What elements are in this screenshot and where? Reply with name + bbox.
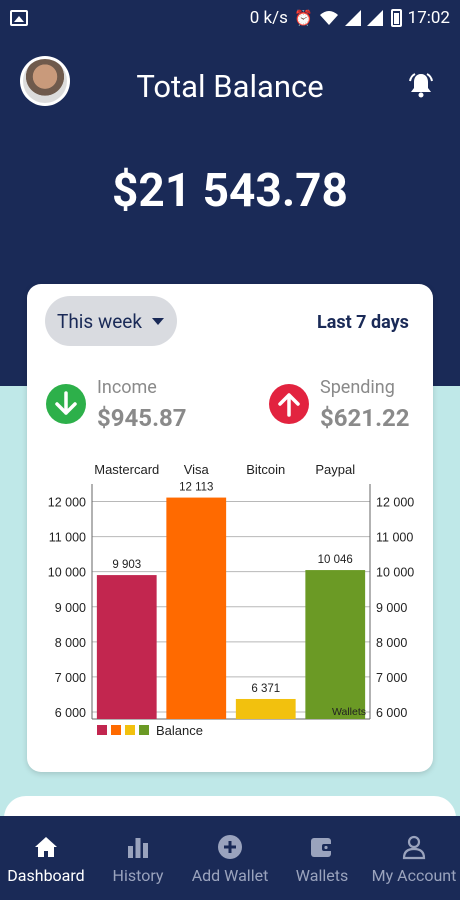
spending-label: Spending <box>320 377 395 398</box>
x-axis-label: Wallets <box>332 706 366 718</box>
y-tick-label-left: 10 000 <box>48 566 86 580</box>
y-tick-label-left: 12 000 <box>48 496 86 510</box>
bar-chart-icon <box>128 838 148 858</box>
home-icon <box>35 837 57 857</box>
bar-value-label: 9 903 <box>112 559 141 571</box>
nav-label: Dashboard <box>7 866 85 885</box>
wallet-icon <box>311 838 333 857</box>
y-tick-label-right: 8 000 <box>376 636 407 650</box>
page-title: Total Balance <box>136 68 324 105</box>
legend-swatch <box>139 725 149 735</box>
notification-bell-icon[interactable] <box>408 72 434 98</box>
range-label: Last 7 days <box>317 312 409 333</box>
nav-label: Wallets <box>295 866 349 885</box>
gallery-icon <box>10 10 28 26</box>
y-tick-label-right: 12 000 <box>376 496 414 510</box>
y-tick-label-right: 10 000 <box>376 566 414 580</box>
category-label: Paypal <box>315 462 355 477</box>
bar-value-label: 12 113 <box>179 482 213 494</box>
income-value: $945.87 <box>97 404 187 432</box>
nav-my-account[interactable]: My Account <box>368 816 460 900</box>
nav-label: My Account <box>371 866 457 885</box>
user-icon <box>402 835 426 860</box>
legend-label: Balance <box>156 723 203 738</box>
plus-circle-icon <box>218 835 242 859</box>
legend-swatch <box>125 725 135 735</box>
bar-value-label: 10 046 <box>318 554 353 566</box>
income-label: Income <box>97 377 157 398</box>
bar <box>166 497 227 719</box>
y-tick-label-left: 7 000 <box>55 671 86 685</box>
y-tick-label-left: 8 000 <box>55 636 86 650</box>
bar <box>235 698 296 719</box>
nav-label: Add Wallet <box>191 866 269 885</box>
wifi-icon <box>319 11 338 25</box>
clock-time: 17:02 <box>407 8 450 28</box>
signal-icon <box>344 10 383 26</box>
category-label: Bitcoin <box>246 462 285 477</box>
y-tick-label-left: 11 000 <box>49 531 86 545</box>
summary-card: This week Last 7 days Income $945.87 Spe… <box>27 284 433 772</box>
battery-icon <box>390 9 402 27</box>
category-label: Mastercard <box>94 462 159 477</box>
y-tick-label-right: 7 000 <box>376 671 407 685</box>
legend-swatch <box>111 725 121 735</box>
bar <box>96 575 157 719</box>
income-arrow-down-icon <box>46 384 86 424</box>
bar-value-label: 6 371 <box>251 683 280 695</box>
chevron-down-icon <box>152 317 164 325</box>
spending-arrow-up-icon <box>269 384 309 424</box>
nav-dashboard[interactable]: Dashboard <box>0 816 92 900</box>
total-balance-value: $21 543.78 <box>112 164 348 218</box>
bottom-nav: Dashboard History Add Wallet Wallets My … <box>0 816 460 900</box>
nav-wallets[interactable]: Wallets <box>276 816 368 900</box>
legend-swatch <box>97 725 107 735</box>
y-tick-label-right: 11 000 <box>376 531 413 545</box>
wallet-balance-chart: 6 000 6 000 7 000 7 000 8 000 8 000 9 000 9 000… <box>48 462 415 738</box>
network-speed: 0 k/s <box>249 8 288 28</box>
y-tick-label-right: 9 000 <box>376 601 407 615</box>
nav-history[interactable]: History <box>92 816 184 900</box>
nav-add-wallet[interactable]: Add Wallet <box>184 816 276 900</box>
period-dropdown[interactable]: This week <box>45 296 177 346</box>
spending-value: $621.22 <box>320 404 410 432</box>
alarm-icon: ⏰ <box>293 9 313 27</box>
period-dropdown-label: This week <box>57 309 142 333</box>
bar <box>305 570 366 719</box>
y-tick-label-left: 6 000 <box>55 706 86 720</box>
status-bar: 0 k/s ⏰ 17:02 <box>0 0 460 36</box>
nav-label: History <box>112 866 164 885</box>
category-label: Visa <box>184 462 210 477</box>
y-tick-label-left: 9 000 <box>55 601 86 615</box>
y-tick-label-right: 6 000 <box>376 706 407 720</box>
status-indicators: 0 k/s ⏰ 17:02 <box>250 8 450 28</box>
